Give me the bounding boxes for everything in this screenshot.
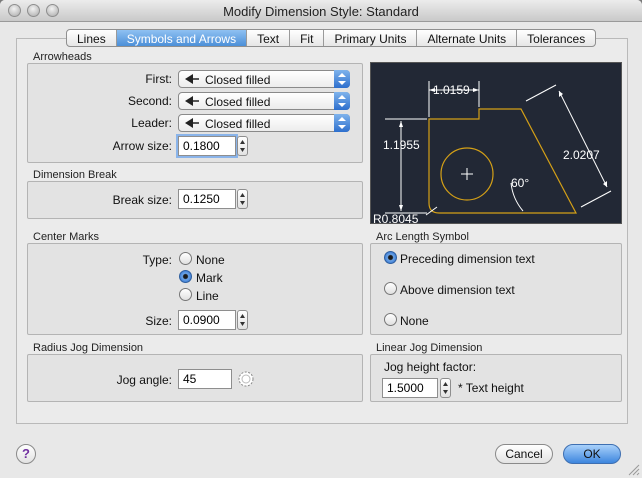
break-size-input[interactable]	[178, 189, 236, 209]
first-arrow-label: First:	[145, 72, 172, 86]
second-arrow-value: Closed filled	[205, 95, 271, 109]
tab-bar: Lines Symbols and Arrows Text Fit Primar…	[66, 29, 597, 47]
center-mark-mark-radio[interactable]	[179, 270, 192, 283]
dialog-window: Modify Dimension Style: Standard Lines S…	[0, 0, 642, 478]
stepper-arrows-icon	[240, 314, 245, 326]
arrow-size-stepper[interactable]	[237, 136, 248, 156]
leader-arrow-select[interactable]: Closed filled	[178, 114, 350, 132]
preview-dim-left: 1.1955	[383, 138, 420, 152]
second-arrow-label: Second:	[127, 94, 172, 108]
tab-primary-units[interactable]: Primary Units	[324, 30, 418, 46]
arrowhead-icon	[185, 74, 199, 84]
arrowhead-icon	[185, 118, 199, 128]
second-arrow-select[interactable]: Closed filled	[178, 92, 350, 110]
stepper-arrows-icon	[240, 140, 245, 152]
linear-jog-section-label: Linear Jog Dimension	[376, 342, 483, 354]
center-mark-mark-label: Mark	[196, 271, 223, 285]
tab-fit[interactable]: Fit	[290, 30, 325, 46]
help-button[interactable]: ?	[16, 444, 36, 464]
angle-dial-icon[interactable]	[236, 369, 256, 389]
tab-alternate-units[interactable]: Alternate Units	[417, 30, 518, 46]
cancel-button[interactable]: Cancel	[495, 444, 553, 464]
center-mark-line-radio[interactable]	[179, 288, 192, 301]
arc-length-section-label: Arc Length Symbol	[376, 231, 469, 243]
break-size-stepper[interactable]	[237, 189, 248, 209]
center-mark-size-label: Size:	[145, 314, 172, 328]
chevron-updown-icon	[334, 114, 350, 132]
ok-button[interactable]: OK	[563, 444, 621, 464]
center-mark-type-label: Type:	[142, 253, 172, 267]
tab-lines[interactable]: Lines	[67, 30, 117, 46]
resize-grip-icon[interactable]	[626, 462, 640, 476]
arrow-size-label: Arrow size:	[112, 139, 172, 153]
center-marks-section-label: Center Marks	[33, 231, 100, 243]
first-arrow-value: Closed filled	[205, 73, 271, 87]
preview-dim-radius: R0.8045	[373, 212, 419, 225]
chevron-updown-icon	[334, 70, 350, 88]
jog-angle-input[interactable]	[178, 369, 232, 389]
preview-dim-angle: 60°	[511, 176, 529, 190]
arc-none-label: None	[400, 314, 429, 328]
stepper-arrows-icon	[443, 382, 448, 394]
arc-none-radio[interactable]	[384, 313, 397, 326]
center-mark-size-input[interactable]	[178, 310, 236, 330]
center-mark-line-label: Line	[196, 289, 219, 303]
leader-arrow-value: Closed filled	[205, 117, 271, 131]
arc-preceding-radio[interactable]	[384, 251, 397, 264]
tab-tolerances[interactable]: Tolerances	[517, 30, 595, 46]
jog-height-factor-label: Jog height factor:	[384, 360, 477, 374]
title-bar: Modify Dimension Style: Standard	[0, 0, 642, 22]
center-mark-size-stepper[interactable]	[237, 310, 248, 330]
window-title: Modify Dimension Style: Standard	[223, 4, 419, 19]
center-mark-none-radio[interactable]	[179, 252, 192, 265]
tab-text[interactable]: Text	[247, 30, 291, 46]
arc-preceding-label: Preceding dimension text	[400, 252, 535, 266]
dimension-break-section-label: Dimension Break	[33, 169, 117, 181]
preview-dim-right: 2.0207	[563, 148, 600, 162]
break-size-label: Break size:	[112, 193, 172, 207]
center-mark-none-label: None	[196, 253, 225, 267]
arc-above-label: Above dimension text	[400, 283, 515, 297]
preview-drawing: 1.0159 1.1955 2.0207 60° R0.8045	[373, 81, 612, 226]
leader-arrow-label: Leader:	[131, 116, 172, 130]
jog-height-suffix: * Text height	[458, 381, 524, 395]
stepper-arrows-icon	[240, 193, 245, 205]
arrowheads-section-label: Arrowheads	[33, 51, 92, 63]
arc-above-radio[interactable]	[384, 282, 397, 295]
jog-height-factor-input[interactable]	[382, 378, 438, 398]
chevron-updown-icon	[334, 92, 350, 110]
jog-height-factor-stepper[interactable]	[440, 378, 451, 398]
tab-symbols-and-arrows[interactable]: Symbols and Arrows	[116, 30, 248, 46]
preview-dim-top: 1.0159	[433, 83, 470, 97]
radius-jog-section-label: Radius Jog Dimension	[33, 342, 144, 354]
first-arrow-select[interactable]: Closed filled	[178, 70, 350, 88]
jog-angle-label: Jog angle:	[116, 373, 172, 387]
dimension-preview: 1.0159 1.1955 2.0207 60° R0.8045	[370, 62, 622, 226]
arrowhead-icon	[185, 96, 199, 106]
arrow-size-input[interactable]	[178, 136, 236, 156]
